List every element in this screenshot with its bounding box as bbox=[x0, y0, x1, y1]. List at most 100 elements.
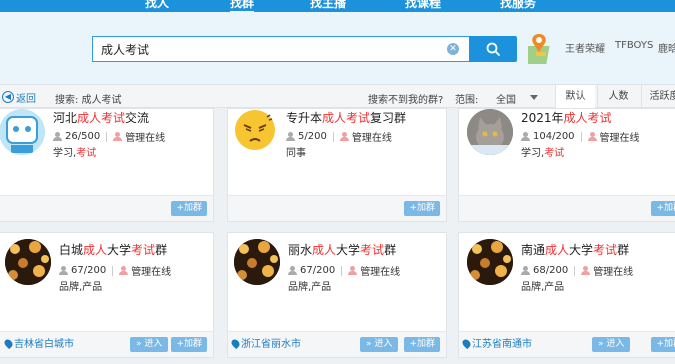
range-label: 范围: bbox=[455, 95, 479, 106]
members-icon bbox=[288, 266, 297, 275]
party-photo-icon bbox=[467, 239, 513, 285]
admin-icon bbox=[587, 132, 597, 141]
group-location[interactable]: 浙江省丽水市 bbox=[229, 335, 301, 350]
group-title[interactable]: 南通成人大学考试群 bbox=[521, 241, 629, 258]
card-footer: +加群 bbox=[0, 195, 213, 221]
member-count: 67/200 bbox=[71, 265, 107, 276]
admin-status: 管理在线 bbox=[360, 267, 401, 278]
group-title[interactable]: 白城成人大学考试群 bbox=[59, 241, 167, 258]
group-meta: 67/200 管理在线 bbox=[288, 263, 400, 278]
sort-activity[interactable]: 活跃度 bbox=[641, 85, 675, 108]
tab-find-streamers[interactable]: 找主播 bbox=[310, 0, 346, 11]
top-nav: 找人 找群 找主播 找课程 找服务 bbox=[0, 0, 675, 12]
admin-icon bbox=[113, 132, 123, 141]
search-button[interactable] bbox=[469, 36, 517, 62]
group-tags: 品牌,产品 bbox=[59, 282, 103, 293]
search-summary: 搜索: 成人考试 bbox=[55, 95, 122, 106]
group-meta: 67/200 管理在线 bbox=[59, 263, 171, 278]
not-found-link[interactable]: 搜索不到我的群? bbox=[368, 91, 443, 106]
group-title[interactable]: 专升本成人考试复习群 bbox=[286, 109, 406, 126]
admin-status: 管理在线 bbox=[593, 267, 634, 278]
sort-members[interactable]: 人数 bbox=[597, 85, 639, 108]
group-card[interactable]: 2021年成人考试 104/200 管理在线 学习,考试 +加群 bbox=[458, 108, 675, 222]
members-icon bbox=[521, 266, 530, 275]
join-group-button[interactable]: +加群 bbox=[171, 201, 207, 216]
group-title[interactable]: 河北成人考试交流 bbox=[53, 109, 149, 126]
clear-search-icon[interactable]: ✕ bbox=[447, 43, 459, 55]
location-pin-icon bbox=[2, 337, 15, 350]
location-pin-icon bbox=[229, 337, 242, 350]
members-icon bbox=[53, 132, 62, 141]
join-group-button[interactable]: +加群 bbox=[651, 337, 675, 352]
group-avatar[interactable] bbox=[467, 239, 513, 285]
search-input[interactable] bbox=[101, 41, 431, 57]
party-photo-icon bbox=[234, 239, 280, 285]
divider bbox=[580, 131, 582, 142]
card-footer: 吉林省白城市 » 进入 +加群 bbox=[0, 331, 213, 357]
group-tags: 品牌,产品 bbox=[521, 282, 565, 293]
search-icon bbox=[486, 42, 500, 56]
hot-word-3[interactable]: 鹿晗 bbox=[658, 40, 675, 55]
group-location[interactable]: 吉林省白城市 bbox=[2, 335, 74, 350]
group-avatar[interactable] bbox=[232, 109, 278, 155]
group-card[interactable]: 河北成人考试交流 26/500 管理在线 学习,考试 +加群 bbox=[0, 108, 214, 222]
member-count: 26/500 bbox=[65, 131, 101, 142]
group-card[interactable]: 专升本成人考试复习群 5/200 管理在线 同事 +加群 bbox=[227, 108, 447, 222]
divider bbox=[112, 265, 114, 276]
cat-avatar-icon bbox=[467, 109, 513, 155]
group-avatar[interactable] bbox=[234, 239, 280, 285]
search-area: ✕ 王者荣耀 TFBOYS 鹿晗 bbox=[0, 12, 675, 84]
group-avatar[interactable] bbox=[5, 239, 51, 285]
hot-word-1[interactable]: 王者荣耀 bbox=[565, 40, 605, 55]
group-card[interactable]: 白城成人大学考试群 67/200 管理在线 品牌,产品 吉林省白城市 » 进入 … bbox=[0, 232, 214, 358]
robot-avatar-icon bbox=[6, 116, 38, 153]
divider bbox=[574, 265, 576, 276]
members-icon bbox=[286, 132, 295, 141]
divider bbox=[106, 131, 108, 142]
member-count: 5/200 bbox=[298, 131, 327, 142]
join-group-button[interactable]: +加群 bbox=[404, 337, 440, 352]
group-tags: 学习,考试 bbox=[521, 148, 565, 159]
group-tags: 品牌,产品 bbox=[288, 282, 332, 293]
admin-status: 管理在线 bbox=[125, 133, 166, 144]
member-count: 68/200 bbox=[533, 265, 569, 276]
back-button[interactable]: ◀ 返回 bbox=[2, 90, 36, 105]
tab-find-groups[interactable]: 找群 bbox=[230, 0, 255, 12]
annoyed-face-icon bbox=[235, 110, 275, 150]
member-count: 67/200 bbox=[300, 265, 336, 276]
sort-default[interactable]: 默认 bbox=[555, 85, 595, 108]
tab-find-people[interactable]: 找人 bbox=[145, 0, 169, 11]
admin-icon bbox=[339, 132, 349, 141]
enter-group-button[interactable]: » 进入 bbox=[360, 337, 399, 352]
enter-group-button[interactable]: » 进入 bbox=[592, 337, 631, 352]
group-avatar[interactable] bbox=[467, 109, 513, 155]
group-tags: 同事 bbox=[286, 148, 306, 159]
hot-word-2[interactable]: TFBOYS bbox=[615, 40, 653, 51]
group-meta: 5/200 管理在线 bbox=[286, 129, 392, 144]
admin-icon bbox=[348, 266, 358, 275]
join-group-button[interactable]: +加群 bbox=[171, 337, 207, 352]
card-footer: +加群 bbox=[228, 195, 446, 221]
group-card[interactable]: 南通成人大学考试群 68/200 管理在线 品牌,产品 江苏省南通市 » 进入 … bbox=[458, 232, 675, 358]
group-tags: 学习,考试 bbox=[53, 148, 97, 159]
chevron-down-icon[interactable] bbox=[530, 95, 538, 100]
group-location[interactable]: 江苏省南通市 bbox=[460, 335, 532, 350]
group-card[interactable]: 丽水成人大学考试群 67/200 管理在线 品牌,产品 浙江省丽水市 » 进入 … bbox=[227, 232, 447, 358]
location-map-icon[interactable] bbox=[528, 32, 556, 66]
admin-status: 管理在线 bbox=[131, 267, 172, 278]
location-pin-icon bbox=[460, 337, 473, 350]
card-footer: 江苏省南通市 » 进入 +加群 bbox=[459, 331, 675, 357]
tab-find-services[interactable]: 找服务 bbox=[500, 0, 536, 11]
card-footer: 浙江省丽水市 » 进入 +加群 bbox=[228, 331, 446, 357]
enter-group-button[interactable]: » 进入 bbox=[130, 337, 169, 352]
range-select[interactable]: 全国 bbox=[496, 91, 516, 106]
divider bbox=[341, 265, 343, 276]
admin-icon bbox=[119, 266, 129, 275]
group-avatar[interactable] bbox=[0, 109, 45, 155]
group-title[interactable]: 丽水成人大学考试群 bbox=[288, 241, 396, 258]
join-group-button[interactable]: +加群 bbox=[404, 201, 440, 216]
tab-find-courses[interactable]: 找课程 bbox=[405, 0, 441, 11]
join-group-button[interactable]: +加群 bbox=[651, 201, 675, 216]
filter-bar: ◀ 返回 搜索: 成人考试 搜索不到我的群? 范围: 全国 默认 人数 活跃度 bbox=[0, 84, 675, 108]
group-title[interactable]: 2021年成人考试 bbox=[521, 109, 612, 126]
